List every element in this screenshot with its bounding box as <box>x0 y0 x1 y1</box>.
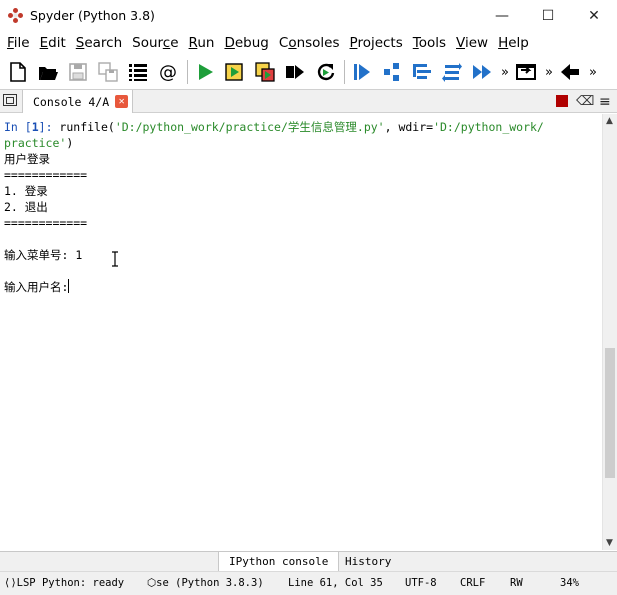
stop-icon[interactable] <box>556 95 568 107</box>
menu-tools[interactable]: Tools <box>408 35 451 51</box>
output-line: 1. 登录 <box>4 184 48 198</box>
close-tab-icon[interactable]: ✕ <box>115 95 129 108</box>
menu-consoles[interactable]: Consoles <box>274 35 345 51</box>
maximize-pane-icon[interactable] <box>512 58 540 86</box>
ibeam-cursor-icon <box>112 251 118 267</box>
save-all-icon[interactable] <box>94 58 122 86</box>
tab-console-4a[interactable]: Console 4/A ✕ <box>22 90 134 113</box>
output-line: 用户登录 <box>4 152 50 166</box>
scrollbar-thumb[interactable] <box>605 348 615 478</box>
lsp-icon: ⟨⟩ <box>4 577 17 589</box>
step-return-icon[interactable] <box>438 58 466 86</box>
menu-search[interactable]: Search <box>71 35 127 51</box>
memory-usage: 34% <box>560 577 579 589</box>
menu-source[interactable]: Source <box>127 35 183 51</box>
tab-history[interactable]: History <box>335 552 401 571</box>
title-bar: Spyder (Python 3.8) — ☐ ✕ <box>0 0 617 31</box>
toolbar-overflow-button[interactable]: » <box>498 65 512 80</box>
file-encoding: UTF-8 <box>405 577 437 589</box>
menu-debug[interactable]: Debug <box>219 35 273 51</box>
menu-run[interactable]: Run <box>184 35 220 51</box>
tab-ipython-console[interactable]: IPython console <box>218 552 340 571</box>
toolbar-overflow-button-3[interactable]: » <box>586 65 600 80</box>
run-cell-icon[interactable] <box>221 58 249 86</box>
window-title: Spyder (Python 3.8) <box>30 8 155 23</box>
list-icon[interactable] <box>124 58 152 86</box>
console-tab-bar: Console 4/A ✕ ⌫ ≡ <box>0 89 617 113</box>
command-path: 'D:/python_work/practice/学生信息管理.py' <box>114 120 385 134</box>
console-scrollbar[interactable]: ▲ ▼ <box>602 114 617 550</box>
menu-projects[interactable]: Projects <box>345 35 408 51</box>
new-file-icon[interactable] <box>4 58 32 86</box>
run-cell-advance-icon[interactable] <box>251 58 279 86</box>
minimize-button[interactable]: — <box>479 0 525 31</box>
main-toolbar: @ » » » <box>0 56 617 88</box>
toolbar-overflow-button-2[interactable]: » <box>542 65 556 80</box>
bottom-pane-tabs: IPython console History <box>0 551 617 571</box>
file-mode: RW <box>510 577 523 589</box>
svg-text:@: @ <box>159 62 177 83</box>
toolbar-separator <box>344 60 345 84</box>
spyder-logo-icon <box>8 7 24 24</box>
step-into-icon[interactable] <box>408 58 436 86</box>
scroll-down-icon[interactable]: ▼ <box>606 538 613 548</box>
menu-file[interactable]: File <box>2 35 35 51</box>
continue-icon[interactable] <box>468 58 496 86</box>
line-endings: CRLF <box>460 577 486 589</box>
open-folder-icon[interactable] <box>34 58 62 86</box>
options-menu-icon[interactable]: ≡ <box>599 94 611 110</box>
run-icon[interactable] <box>191 58 219 86</box>
input-prompt: In [1]: <box>4 120 60 134</box>
text-caret <box>68 279 70 293</box>
output-line: 2. 退出 <box>4 200 48 214</box>
output-line: 输入菜单号: 1 <box>4 248 83 262</box>
package-icon: ⬡ <box>147 577 157 589</box>
output-line: ============ <box>4 168 88 182</box>
step-icon[interactable] <box>378 58 406 86</box>
save-icon[interactable] <box>64 58 92 86</box>
cursor-position: Line 61, Col 35 <box>288 577 383 589</box>
maximize-button[interactable]: ☐ <box>525 0 571 31</box>
command-wdir: 'D:/python_work/ <box>433 120 544 134</box>
menu-help[interactable]: Help <box>493 35 534 51</box>
ipython-console-output[interactable]: In [1]: runfile('D:/python_work/practice… <box>0 114 602 550</box>
command-text: , wdir= <box>384 120 434 134</box>
pane-options-icon[interactable] <box>3 94 17 106</box>
menu-view[interactable]: View <box>451 35 493 51</box>
python-env-status: ⬡se (Python 3.8.3) <box>147 577 264 589</box>
console-tab-label: Console 4/A <box>33 94 110 109</box>
rerun-icon[interactable] <box>311 58 339 86</box>
clear-console-icon[interactable]: ⌫ <box>576 94 594 109</box>
toolbar-separator <box>187 60 188 84</box>
output-line: ============ <box>4 216 88 230</box>
back-arrow-icon[interactable] <box>556 58 584 86</box>
command-text: runfile( <box>59 120 115 134</box>
close-window-button[interactable]: ✕ <box>571 0 617 31</box>
menu-edit[interactable]: Edit <box>35 35 71 51</box>
run-selection-icon[interactable] <box>281 58 309 86</box>
lsp-status: ⟨⟩LSP Python: ready <box>4 577 125 589</box>
command-wdir-cont: practice' <box>4 136 67 150</box>
menu-bar: File Edit Search Source Run Debug Consol… <box>0 31 617 55</box>
scroll-up-icon[interactable]: ▲ <box>606 116 613 126</box>
input-line: 输入用户名: <box>4 280 69 294</box>
debug-icon[interactable] <box>348 58 376 86</box>
command-text: ) <box>66 136 74 150</box>
status-bar: ⟨⟩LSP Python: ready ⬡se (Python 3.8.3) L… <box>0 571 617 595</box>
at-sign-icon[interactable]: @ <box>154 58 182 86</box>
